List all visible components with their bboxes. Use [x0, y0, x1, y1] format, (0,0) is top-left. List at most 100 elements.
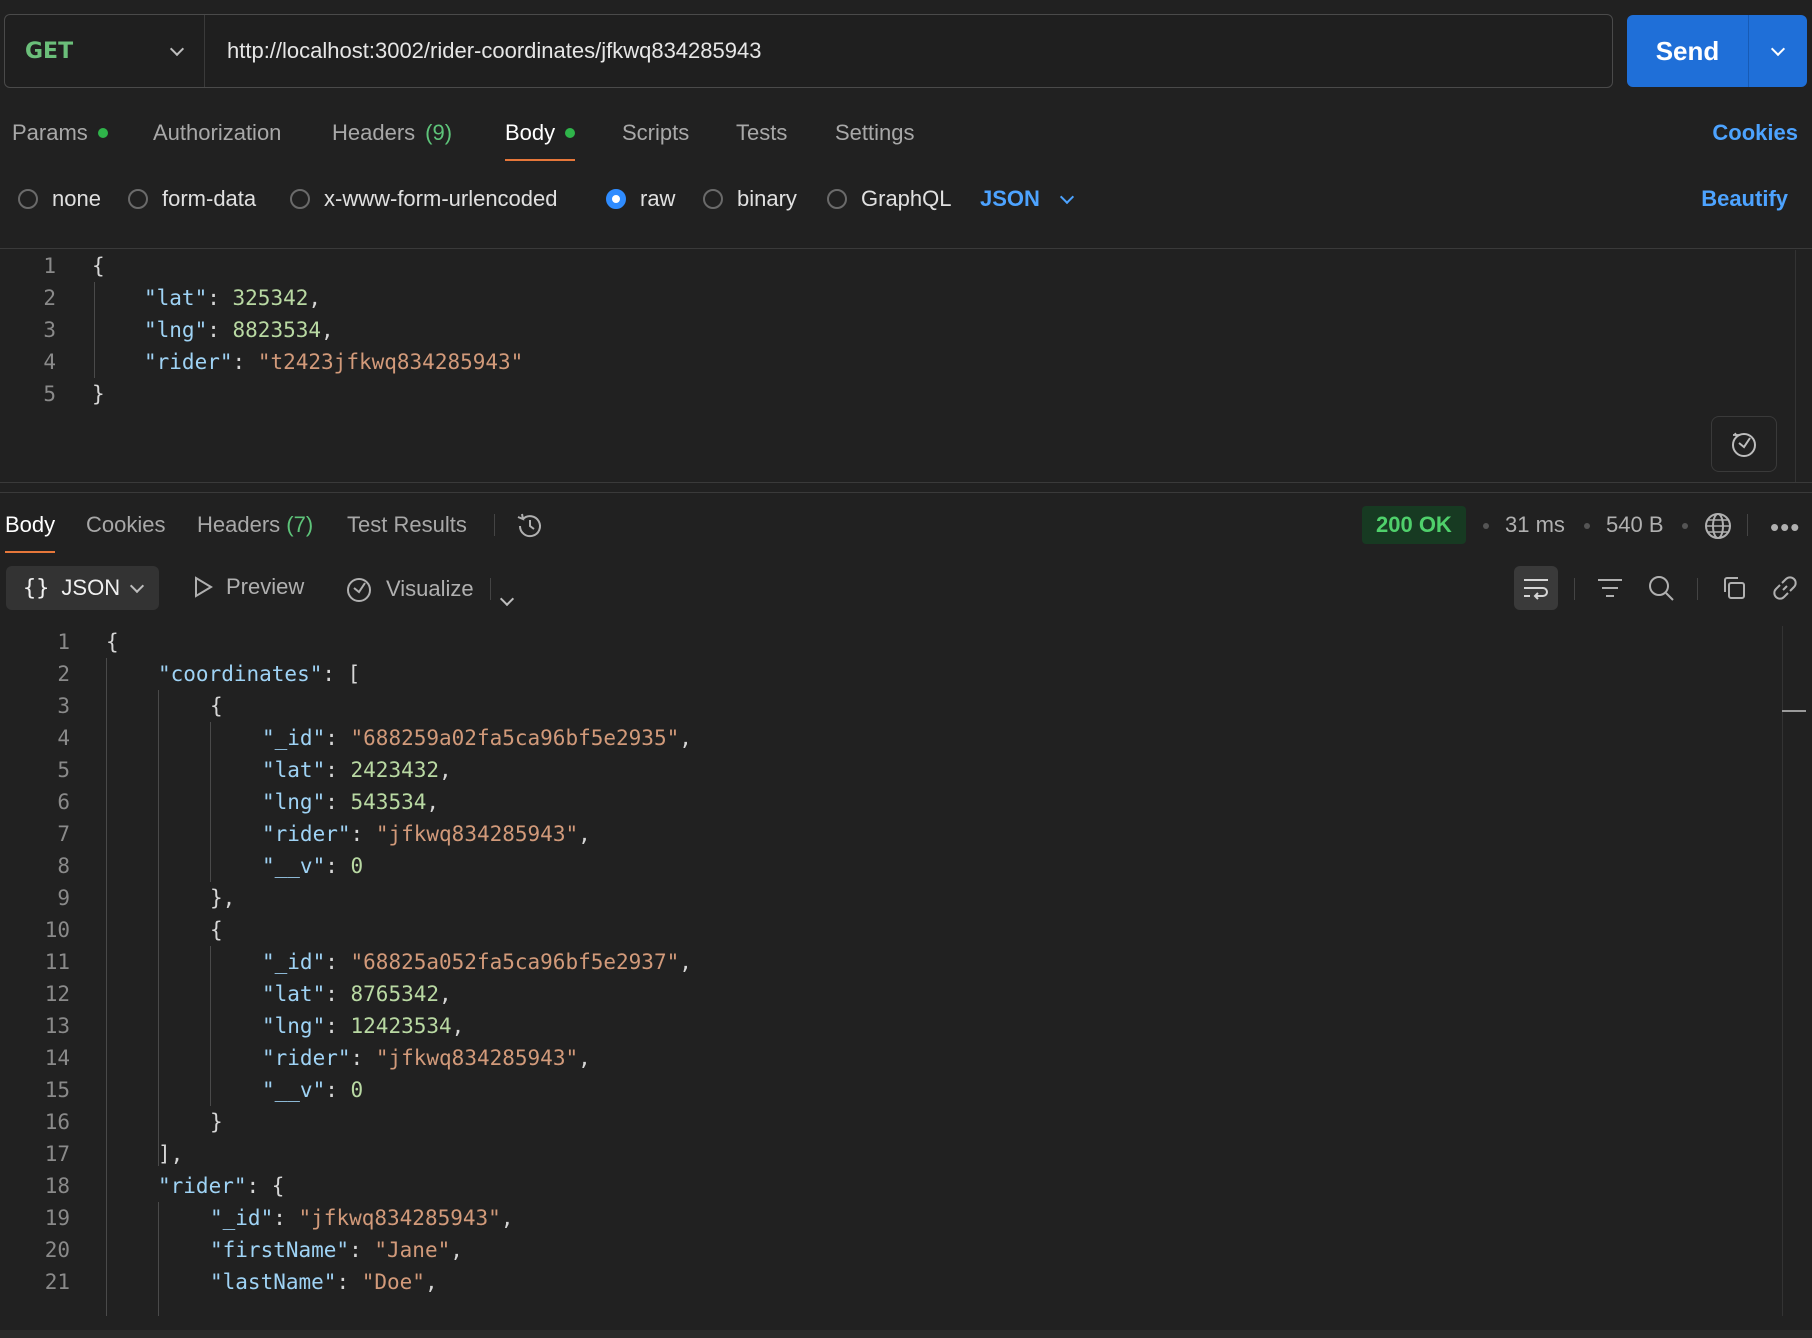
tab-label: Authorization: [153, 120, 282, 145]
history-icon[interactable]: [514, 510, 546, 548]
divider: [0, 248, 1812, 249]
active-dot-icon: [97, 128, 108, 138]
json-number: 8823534: [232, 318, 322, 342]
code-line: "lng": 543534,: [262, 790, 440, 814]
language-select[interactable]: JSON: [980, 186, 1074, 212]
braces-icon: {}: [22, 575, 50, 601]
code-line: "_id": "688259a02fa5ca96bf5e2935",: [262, 726, 692, 750]
divider: [0, 492, 1812, 493]
json-string: "688259a02fa5ca96bf5e2935": [350, 726, 680, 750]
line-number: 14: [44, 1046, 70, 1070]
line-number: 5: [57, 758, 70, 782]
line-number: 4: [43, 350, 56, 374]
response-tabs: Body Cookies Headers (7) Test Results 20…: [0, 506, 1812, 558]
line-number: 1: [43, 254, 56, 278]
filter-icon: [1598, 579, 1622, 597]
divider: [490, 578, 491, 600]
chevron-down-icon: [169, 41, 185, 56]
code-line: }: [92, 382, 105, 406]
line-number: 1: [57, 630, 70, 654]
indent-guide: [106, 658, 107, 1316]
json-key: "lastName": [210, 1270, 337, 1294]
chevron-down-icon: [1770, 41, 1786, 56]
radio-icon: [290, 189, 310, 209]
preview-button[interactable]: Preview: [192, 574, 304, 600]
request-url-bar: GET http://localhost:3002/rider-coordina…: [4, 14, 1613, 88]
line-number: 3: [57, 694, 70, 718]
resp-tab-body[interactable]: Body: [5, 512, 56, 553]
headers-count: (7): [286, 512, 314, 537]
radio-binary[interactable]: binary: [703, 186, 797, 212]
json-number: 325342: [232, 286, 309, 310]
response-size[interactable]: 540 B: [1606, 512, 1664, 538]
globe-icon[interactable]: [1702, 510, 1734, 548]
send-button-group: Send: [1627, 15, 1807, 87]
line-number: 3: [43, 318, 56, 342]
tab-tests[interactable]: Tests: [736, 120, 787, 146]
method-select[interactable]: GET: [5, 15, 205, 87]
tab-scripts[interactable]: Scripts: [622, 120, 689, 146]
radio-urlencoded[interactable]: x-www-form-urlencoded: [290, 186, 558, 212]
json-number: 8765342: [350, 982, 440, 1006]
radio-icon: [128, 189, 148, 209]
chevron-down-icon: [130, 578, 145, 593]
line-number: 4: [57, 726, 70, 750]
json-number: 2423432: [350, 758, 440, 782]
code-line: {: [210, 694, 223, 718]
visualize-ai-button[interactable]: [1711, 416, 1777, 472]
play-icon: [195, 576, 213, 598]
preview-label: Preview: [226, 574, 305, 599]
more-options-icon[interactable]: •••: [1770, 512, 1800, 543]
code-line: "rider": "t2423jfkwq834285943": [144, 350, 524, 374]
cookies-link[interactable]: Cookies: [1712, 120, 1798, 146]
json-key: "rider": [262, 822, 351, 846]
json-string: "Jane": [374, 1238, 451, 1262]
tab-headers[interactable]: Headers (9): [332, 120, 452, 146]
json-number: 12423534: [350, 1014, 452, 1038]
beautify-button[interactable]: Beautify: [1701, 186, 1788, 212]
visualize-label: Visualize: [386, 576, 474, 601]
tab-label: Headers: [332, 120, 416, 145]
visualize-options-button[interactable]: [499, 584, 515, 610]
status-badge[interactable]: 200 OK: [1362, 506, 1466, 544]
link-button[interactable]: [1763, 566, 1807, 610]
response-scrollbar[interactable]: [1782, 626, 1783, 1316]
tab-body[interactable]: Body: [505, 120, 576, 161]
radio-graphql[interactable]: GraphQL: [827, 186, 952, 212]
response-time[interactable]: 31 ms: [1505, 512, 1565, 538]
tab-label: Body: [505, 120, 556, 145]
url-input[interactable]: http://localhost:3002/rider-coordinates/…: [205, 38, 761, 64]
radio-none[interactable]: none: [18, 186, 101, 212]
tab-authorization[interactable]: Authorization: [153, 120, 281, 146]
resp-tab-test-results[interactable]: Test Results: [347, 512, 467, 538]
tab-params[interactable]: Params: [12, 120, 108, 146]
radio-form-data[interactable]: form-data: [128, 186, 256, 212]
filter-button[interactable]: [1588, 566, 1632, 610]
send-options-button[interactable]: [1749, 15, 1807, 87]
tab-settings[interactable]: Settings: [835, 120, 915, 146]
json-key: "_id": [210, 1206, 274, 1230]
visualize-button[interactable]: Visualize: [344, 574, 474, 604]
line-number: 6: [57, 790, 70, 814]
send-button[interactable]: Send: [1627, 15, 1749, 87]
response-format-select[interactable]: {} JSON: [6, 566, 159, 610]
body-type-selector: none form-data x-www-form-urlencoded raw…: [0, 180, 1812, 220]
headers-count: (9): [425, 120, 453, 145]
magic-icon: [1732, 432, 1756, 457]
radio-raw[interactable]: raw: [606, 186, 675, 212]
wrap-lines-button[interactable]: [1514, 566, 1558, 610]
copy-button[interactable]: [1712, 566, 1756, 610]
code-line: "_id": "jfkwq834285943",: [210, 1206, 514, 1230]
code-line: "rider": {: [158, 1174, 285, 1198]
code-line: "__v": 0: [262, 854, 364, 878]
indent-guide: [158, 690, 159, 1166]
indent-guide: [158, 1202, 159, 1316]
search-button[interactable]: [1639, 566, 1683, 610]
resp-tab-cookies[interactable]: Cookies: [86, 512, 165, 538]
link-icon: [1773, 576, 1797, 600]
editor-scrollbar[interactable]: [1795, 250, 1796, 482]
tab-label: Tests: [736, 120, 788, 145]
json-string: "t2423jfkwq834285943": [257, 350, 524, 374]
format-label: JSON: [61, 575, 121, 600]
resp-tab-headers[interactable]: Headers (7): [197, 512, 313, 538]
